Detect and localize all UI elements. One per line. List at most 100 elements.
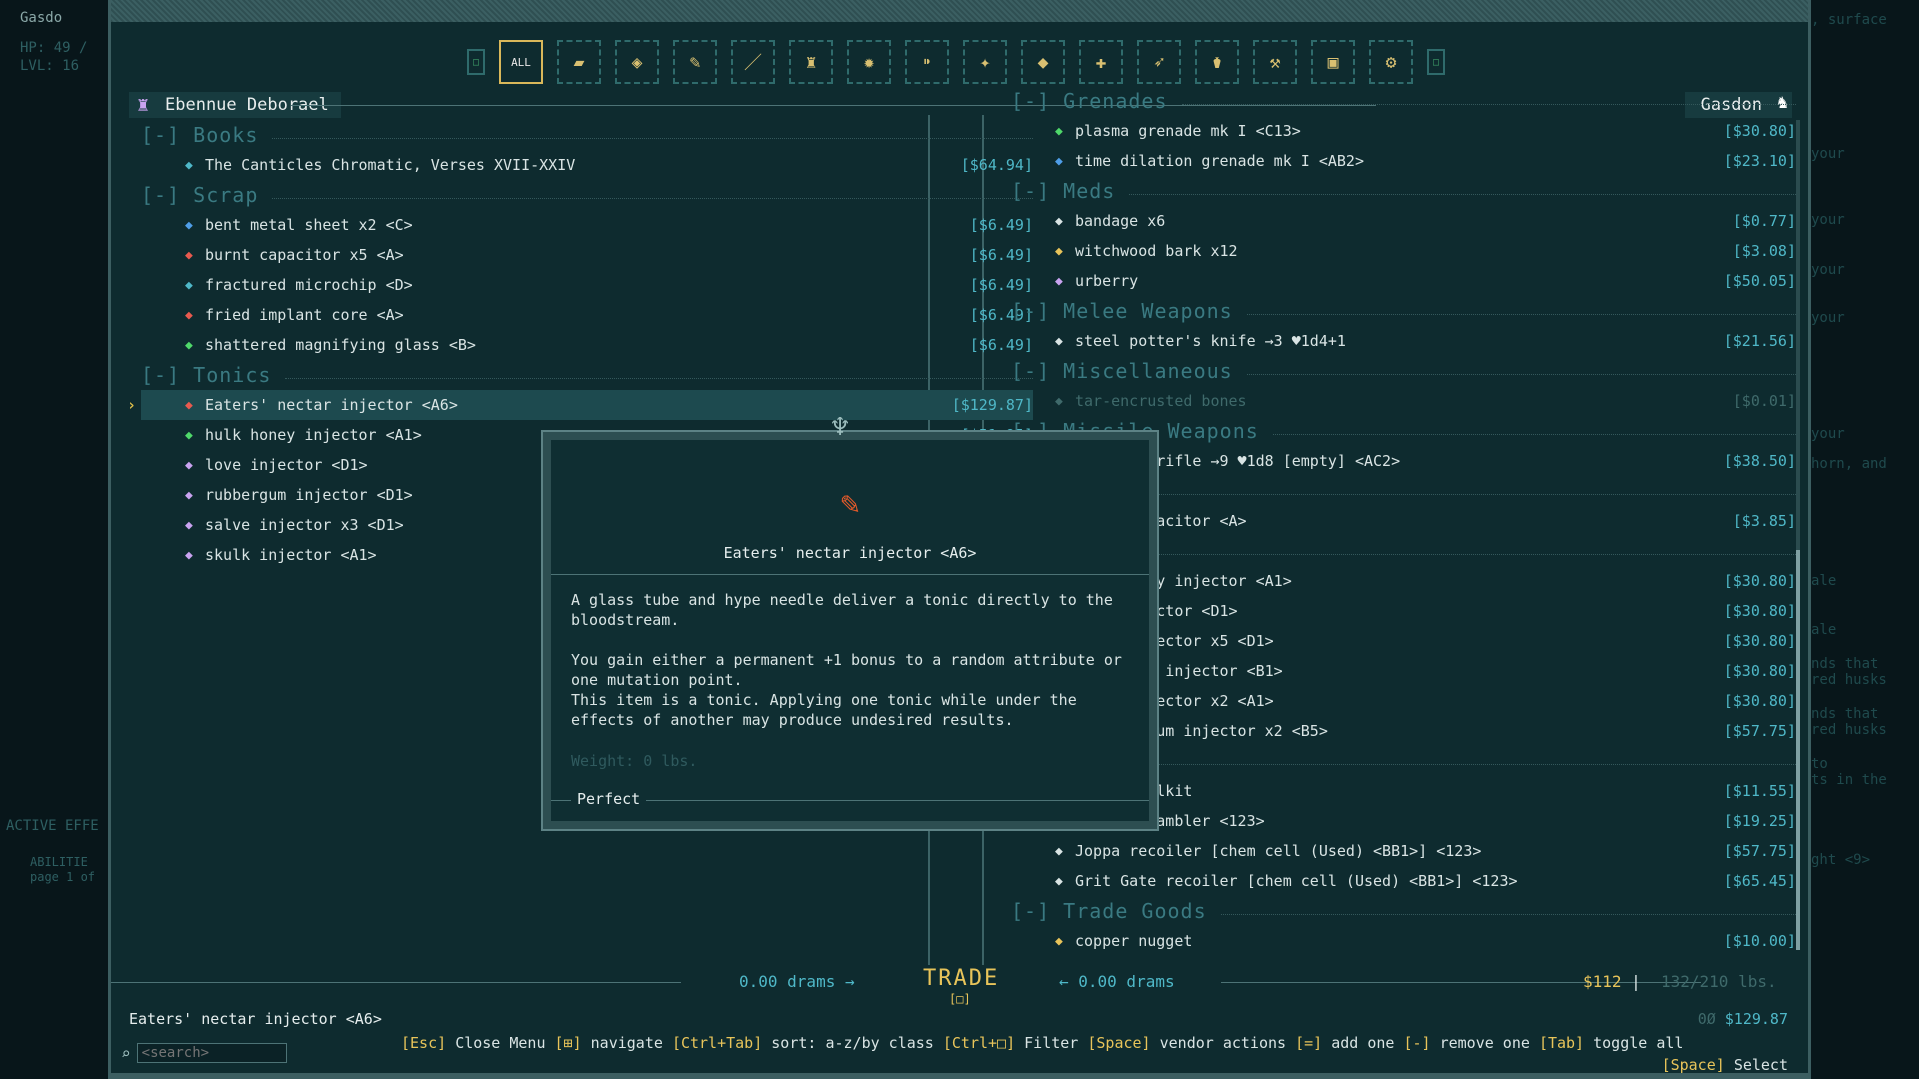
item-name: fractured microchip <D> xyxy=(205,276,413,294)
item-name: copper nugget xyxy=(1075,932,1193,950)
item-icon: ◆ xyxy=(1055,243,1063,259)
item-row[interactable]: ◆ bandage x6 [$0.77] xyxy=(1011,206,1796,236)
filter-tool-button[interactable]: ⚒ xyxy=(1253,40,1297,84)
filter-all-button[interactable]: ALL xyxy=(499,40,543,84)
trader-scrollbar[interactable] xyxy=(1796,120,1800,950)
item-row[interactable]: ◆ shattered magnifying glass <B> [$6.49] xyxy=(141,330,1033,360)
filter-trade-button[interactable]: ⚱ xyxy=(1195,40,1239,84)
filter-artifact-button[interactable]: ✹ xyxy=(847,40,891,84)
item-icon: ◆ xyxy=(1055,123,1063,139)
armor-icon: ♜ xyxy=(805,51,817,73)
category-header[interactable]: [-] Melee Weapons xyxy=(1011,296,1796,326)
filter-page-small-right[interactable]: □ xyxy=(1427,49,1445,75)
keybind-label: vendor actions xyxy=(1159,1034,1287,1052)
item-icon: ◆ xyxy=(185,427,193,443)
item-price: [$10.00] xyxy=(1723,932,1796,950)
item-price: [$30.80] xyxy=(1723,602,1796,620)
item-row[interactable]: ◆ witchwood bark x12 [$3.08] xyxy=(1011,236,1796,266)
books-icon: ▰ xyxy=(573,51,585,73)
item-name: ubernostrum injector x2 <B5> xyxy=(1075,722,1328,740)
filter-armor-button[interactable]: ♜ xyxy=(789,40,833,84)
background-log-fragment: to xyxy=(1811,756,1828,772)
category-header[interactable]: [-] Trade Goods xyxy=(1011,896,1796,926)
select-hint: [Space] Select xyxy=(1662,1056,1788,1074)
item-price: [$30.80] xyxy=(1723,692,1796,710)
item-name: burnt capacitor <A> xyxy=(1075,512,1247,530)
item-row[interactable]: ◆ steel potter's knife →3 ♥1d4+1 [$21.56] xyxy=(1011,326,1796,356)
item-price: [$23.10] xyxy=(1723,152,1796,170)
item-name: urberry xyxy=(1075,272,1139,290)
background-log-fragment: your xyxy=(1811,262,1845,278)
trade-key-hint: [□] xyxy=(949,992,971,1006)
item-name: tar-encrusted bones xyxy=(1075,392,1247,410)
category-header[interactable]: [-] Scrap xyxy=(141,180,1033,210)
trade-button[interactable]: TRADE xyxy=(923,966,999,991)
filter-misc-button[interactable]: ⚙ xyxy=(1369,40,1413,84)
filter-missile-button[interactable]: ➶ xyxy=(1137,40,1181,84)
filter-grenade-button[interactable]: ✦ xyxy=(963,40,1007,84)
item-row[interactable]: ◆ Grit Gate recoiler [chem cell (Used) <B… xyxy=(1011,866,1796,896)
item-name: salve injector x5 <D1> xyxy=(1075,632,1274,650)
filter-food-button[interactable]: ◆ xyxy=(1021,40,1065,84)
category-header[interactable]: [-] Meds xyxy=(1011,176,1796,206)
scrollbar-thumb[interactable] xyxy=(1796,550,1800,950)
selected-item-price-row: 0Ø $129.87 xyxy=(1698,1010,1788,1028)
background-player-name: Gasdo xyxy=(20,10,63,26)
item-price: [$50.05] xyxy=(1723,272,1796,290)
item-row[interactable]: ◆ burnt capacitor x5 <A> [$6.49] xyxy=(141,240,1033,270)
item-row[interactable]: ◆ copper nugget [$10.00] xyxy=(1011,926,1796,956)
selected-item-row[interactable]: › ◆ Eaters' nectar injector <A6> [$129.87] xyxy=(127,390,1033,420)
item-icon: ◆ xyxy=(1055,873,1063,889)
item-row[interactable]: ◆ urberry [$50.05] xyxy=(1011,266,1796,296)
category-header[interactable]: [-] Miscellaneous xyxy=(1011,356,1796,386)
item-row[interactable]: ◆ fractured microchip <D> [$6.49] xyxy=(141,270,1033,300)
category-header[interactable]: [-] Grenades xyxy=(1011,86,1796,116)
tooltip-divider xyxy=(551,574,1149,575)
window-bottom-border xyxy=(111,1073,1808,1079)
category-label: [-] Trade Goods xyxy=(1011,899,1207,923)
category-header[interactable]: [-] Tonics xyxy=(141,360,1033,390)
keybind-key: [Tab] xyxy=(1538,1034,1585,1052)
item-row[interactable]: ◆ The Canticles Chromatic, Verses XVII-XX… xyxy=(141,150,1033,180)
background-log-fragment: your xyxy=(1811,310,1845,326)
keybind-key: [=] xyxy=(1295,1034,1323,1052)
filter-melee-button[interactable]: ／ xyxy=(731,40,775,84)
tonic-icon: ✎ xyxy=(689,51,701,73)
filter-tonic-button[interactable]: ✎ xyxy=(673,40,717,84)
keybind-key: [Ctrl+□] xyxy=(942,1034,1016,1052)
filter-med-button[interactable]: ✚ xyxy=(1079,40,1123,84)
keybind-hint: [Ctrl+Tab] sort: a-z/by class xyxy=(672,1034,943,1052)
filter-scrap-button[interactable]: ◈ xyxy=(615,40,659,84)
item-name: steel potter's knife →3 ♥1d4+1 xyxy=(1075,332,1346,350)
item-name: bandage x6 xyxy=(1075,212,1166,230)
item-name: plasma grenade mk I <C13> xyxy=(1075,122,1301,140)
item-icon: ◆ xyxy=(185,157,193,173)
filter-container-button[interactable]: ▣ xyxy=(1311,40,1355,84)
category-header[interactable]: [-] Books xyxy=(141,120,1033,150)
item-row[interactable]: ◆ tar-encrusted bones [$0.01] xyxy=(1011,386,1796,416)
item-row[interactable]: ◆ time dilation grenade mk I <AB2> [$23.10… xyxy=(1011,146,1796,176)
item-name: droid scrambler <123> xyxy=(1075,812,1265,830)
search-input[interactable] xyxy=(136,1043,287,1063)
category-label: [-] Books xyxy=(141,123,259,147)
filter-ammo-button[interactable]: ⁍ xyxy=(905,40,949,84)
keybind-label: Filter xyxy=(1024,1034,1079,1052)
background-sidebar-left: Gasdo HP: 49 / LVL: 16 ACTIVE EFFE ABILI… xyxy=(0,0,108,1079)
trade-icon: ⚱ xyxy=(1211,51,1223,73)
item-row[interactable]: ◆ plasma grenade mk I <C13> [$30.80] xyxy=(1011,116,1796,146)
filter-books-button[interactable]: ▰ xyxy=(557,40,601,84)
item-row[interactable]: ◆ bent metal sheet x2 <C> [$6.49] xyxy=(141,210,1033,240)
keybind-label: Close Menu xyxy=(455,1034,546,1052)
item-row[interactable]: ◆ fried implant core <A> [$6.49] xyxy=(141,300,1033,330)
keybind-key: [-] xyxy=(1403,1034,1431,1052)
item-price: [$57.75] xyxy=(1723,842,1796,860)
price-prefix: 0Ø xyxy=(1697,1010,1716,1028)
trade-window: □ ALL ▰ ◈ ✎ ／ ♜ ✹ ⁍ ✦ ◆ ✚ ➶ ⚱ ⚒ ▣ ⚙ □ ♜ Ebennue Deborael … xyxy=(108,0,1811,1079)
item-name: Grit Gate recoiler [chem cell (Used) <BB… xyxy=(1075,872,1518,890)
selected-item-name: Eaters' nectar injector <A6> xyxy=(129,1010,382,1028)
filter-page-small-left[interactable]: □ xyxy=(467,49,485,75)
item-icon: ◆ xyxy=(1055,213,1063,229)
item-row[interactable]: ◆ Joppa recoiler [chem cell (Used) <BB1>]… xyxy=(1011,836,1796,866)
item-icon: ◆ xyxy=(185,247,193,263)
tool-icon: ⚒ xyxy=(1269,51,1281,73)
